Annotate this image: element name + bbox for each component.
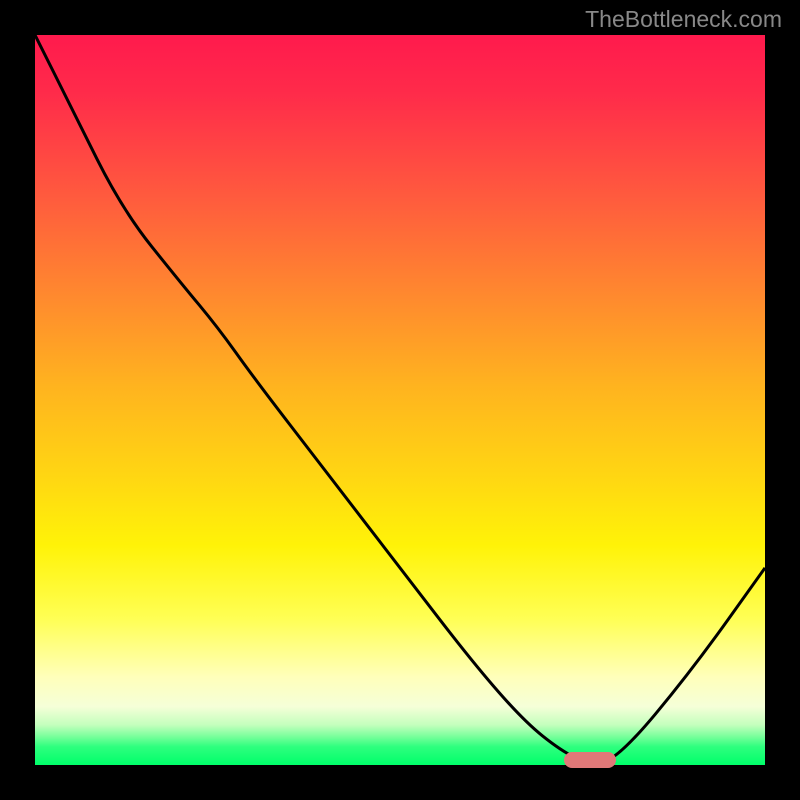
plot-area — [35, 35, 765, 765]
bottleneck-curve — [35, 35, 765, 765]
sweet-spot-marker — [564, 752, 616, 768]
watermark-label: TheBottleneck.com — [585, 6, 782, 33]
curve-path — [35, 35, 765, 763]
chart-container: TheBottleneck.com — [0, 0, 800, 800]
